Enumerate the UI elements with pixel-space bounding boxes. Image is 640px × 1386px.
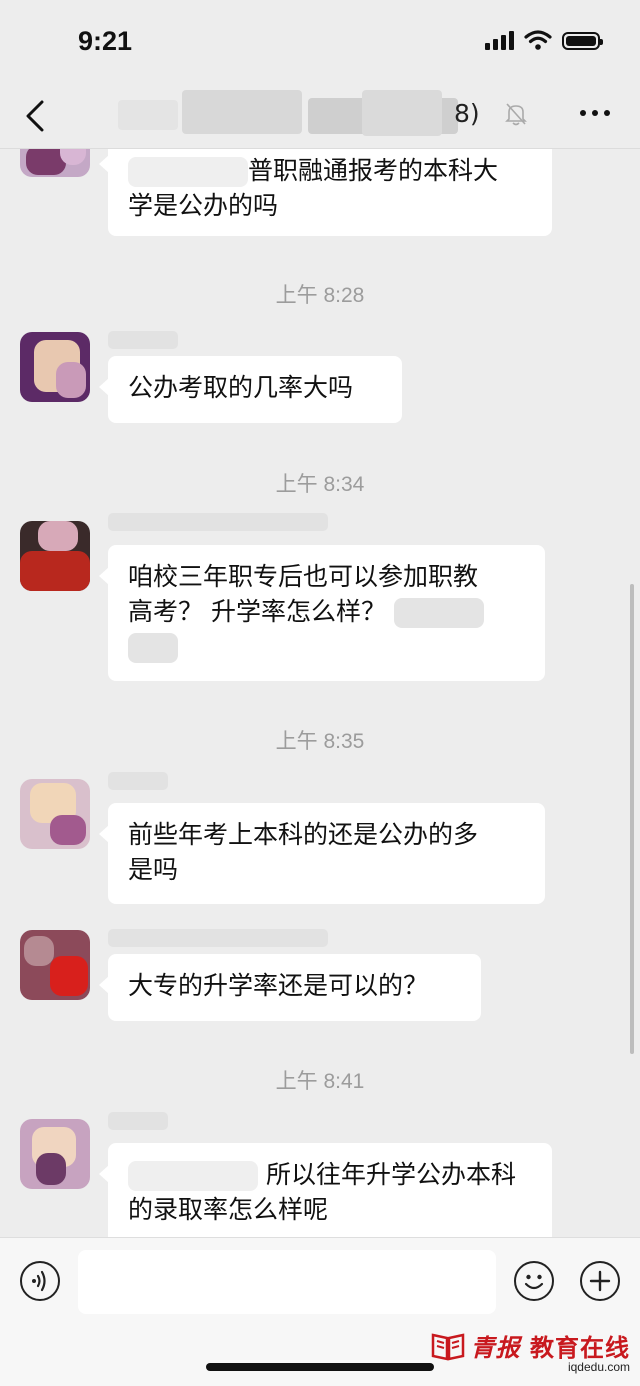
watermark-brand: 青报 xyxy=(470,1334,521,1362)
chat-title-member-count: 8) xyxy=(454,99,480,128)
avatar[interactable] xyxy=(20,1119,90,1189)
message-text: 高考？ 升学率怎么样？ xyxy=(128,597,386,626)
message-text: 大专的升学率还是可以的？ xyxy=(128,971,429,1000)
emoji-button[interactable] xyxy=(514,1261,554,1301)
watermark-title: 教育在线 xyxy=(530,1334,630,1362)
back-arrow-icon[interactable] xyxy=(22,98,50,134)
message-bubble[interactable]: 前些年考上本科的还是公办的多 是吗 xyxy=(99,803,545,904)
chat-header: 8) xyxy=(0,86,640,149)
timestamp: 上午 8:28 xyxy=(275,284,365,307)
voice-input-button[interactable] xyxy=(20,1261,60,1301)
more-functions-button[interactable] xyxy=(580,1261,620,1301)
message-text: 是吗 xyxy=(128,855,179,884)
message-text: 的录取率怎么样呢 xyxy=(128,1195,329,1224)
message-input[interactable] xyxy=(78,1250,496,1314)
emoji-icon xyxy=(524,1274,544,1290)
book-logo-icon xyxy=(431,1332,464,1361)
avatar[interactable] xyxy=(20,930,90,1000)
avatar[interactable] xyxy=(20,332,90,402)
sender-name xyxy=(108,513,328,531)
chat-message-list[interactable]: 普职融通报考的本科大 学是公办的吗 上午 8:28 公办考取的几率大吗 上午 8… xyxy=(0,149,640,1237)
message-bubble[interactable]: 公办考取的几率大吗 xyxy=(99,356,402,423)
chat-title xyxy=(118,88,478,138)
cellular-signal-icon xyxy=(485,30,514,50)
more-options-button[interactable] xyxy=(580,110,610,116)
message-text: 所以往年升学公办本科 xyxy=(265,1160,516,1189)
timestamp: 上午 8:35 xyxy=(275,730,365,753)
wifi-icon xyxy=(524,30,552,50)
message-bubble[interactable]: 所以往年升学公办本科 的录取率怎么样呢 xyxy=(99,1143,552,1237)
status-bar: 9:21 xyxy=(0,0,640,86)
status-icons xyxy=(485,30,603,50)
mute-bell-icon xyxy=(505,103,527,126)
message-text: 公办考取的几率大吗 xyxy=(128,373,354,402)
sender-name xyxy=(108,929,328,947)
message-input-bar: 青报 教育在线 iqdedu.com xyxy=(0,1237,640,1386)
message-text: 咱校三年职专后也可以参加职教 xyxy=(128,562,479,591)
message-text: 普职融通报考的本科大 xyxy=(248,156,499,185)
timestamp: 上午 8:34 xyxy=(275,473,365,496)
message-bubble[interactable]: 大专的升学率还是可以的？ xyxy=(99,954,481,1021)
sender-name xyxy=(108,1112,168,1130)
message-text: 学是公办的吗 xyxy=(128,191,279,220)
avatar[interactable] xyxy=(20,779,90,849)
home-indicator[interactable] xyxy=(206,1363,434,1371)
watermark: 青报 教育在线 iqdedu.com xyxy=(431,1328,630,1374)
message-bubble[interactable]: 普职融通报考的本科大 学是公办的吗 xyxy=(99,149,552,236)
message-bubble[interactable]: 咱校三年职专后也可以参加职教 高考？ 升学率怎么样？ xyxy=(99,545,545,681)
avatar[interactable] xyxy=(20,521,90,591)
sender-name xyxy=(108,331,178,349)
avatar[interactable] xyxy=(20,149,90,205)
voice-icon xyxy=(32,1270,46,1292)
status-time: 9:21 xyxy=(78,26,133,56)
battery-icon xyxy=(562,32,603,50)
message-text: 前些年考上本科的还是公办的多 xyxy=(128,820,479,849)
sender-name xyxy=(108,772,168,790)
scrollbar[interactable] xyxy=(630,584,634,1054)
timestamp: 上午 8:41 xyxy=(275,1070,365,1093)
watermark-url: iqdedu.com xyxy=(567,1360,630,1374)
plus-icon xyxy=(589,1270,611,1292)
